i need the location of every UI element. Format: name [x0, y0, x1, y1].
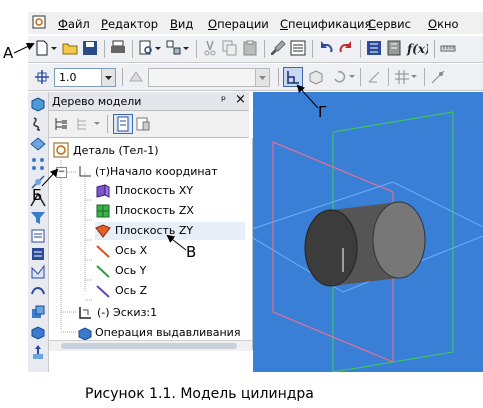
figure-caption: Рисунок 1.1. Модель цилиндра	[85, 386, 314, 402]
callout-arrows	[13, 42, 319, 251]
